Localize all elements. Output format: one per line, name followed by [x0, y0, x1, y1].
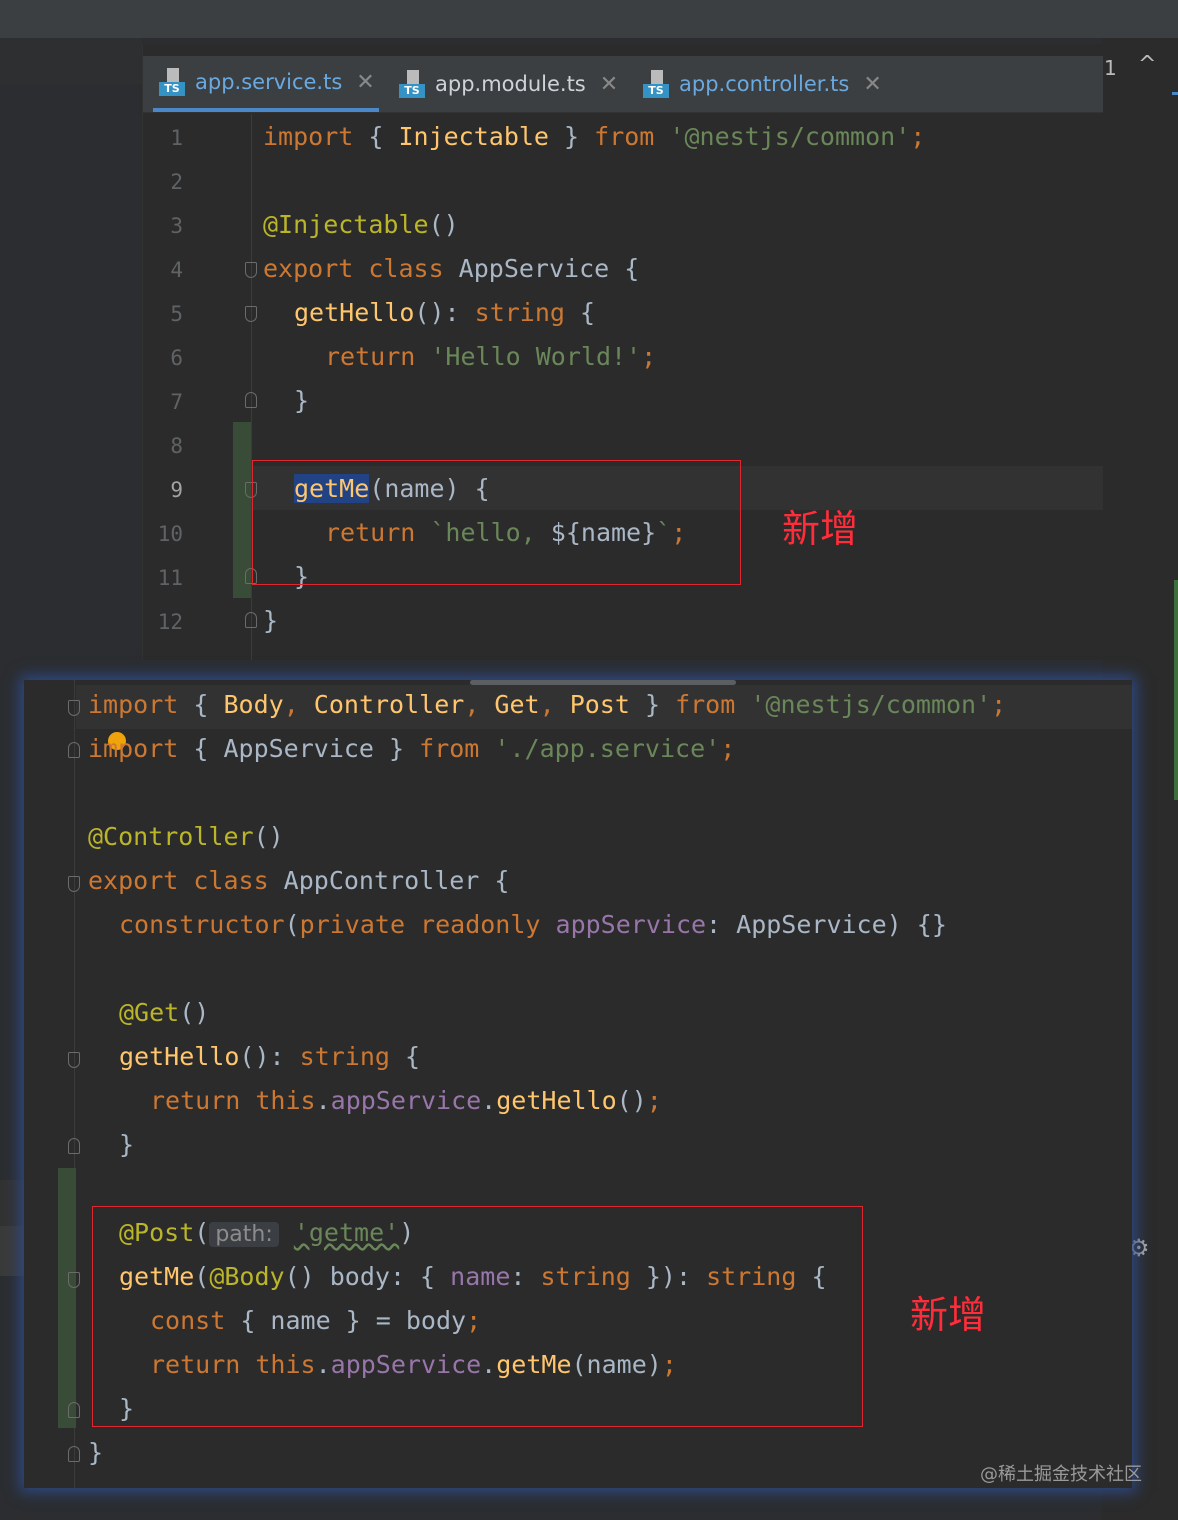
code-line[interactable]: export class AppService { [263, 254, 639, 283]
close-icon[interactable]: ✕ [356, 70, 374, 95]
line-number: 7 [170, 390, 183, 414]
line-number: 9 [170, 478, 183, 502]
problems-count[interactable]: 1 [1104, 56, 1117, 80]
window-top-bar [0, 0, 1178, 38]
code-line[interactable]: @Controller() [88, 822, 284, 851]
tab-label: app.service.ts [195, 70, 343, 94]
fold-icon[interactable] [68, 1052, 80, 1068]
line-number: 8 [170, 434, 183, 458]
code-line[interactable]: } [263, 606, 278, 635]
code-line[interactable]: return this.appService.getHello(); [150, 1086, 662, 1115]
close-icon[interactable]: ✕ [600, 72, 618, 97]
code-line[interactable]: } [294, 386, 309, 415]
fold-icon[interactable] [68, 876, 80, 892]
code-line[interactable]: import { Body, Controller, Get, Post } f… [88, 690, 1006, 719]
tab-label: app.module.ts [435, 72, 586, 96]
code-line[interactable]: getHello(): string { [119, 1042, 420, 1071]
line-number: 10 [157, 522, 183, 546]
left-panel-band [0, 1180, 24, 1226]
code-line[interactable]: import { Injectable } from '@nestjs/comm… [263, 122, 925, 151]
scroll-marker [1172, 92, 1178, 95]
editor-tab-bar: TS app.service.ts ✕ TS app.module.ts ✕ T… [143, 56, 1103, 113]
fold-icon[interactable] [68, 700, 80, 716]
fold-icon[interactable] [68, 1402, 80, 1418]
code-line[interactable]: import { AppService } from './app.servic… [88, 734, 735, 763]
typescript-file-icon: TS [157, 68, 185, 96]
highlight-box-controller [92, 1206, 863, 1427]
line-number: 2 [170, 170, 183, 194]
code-line[interactable]: export class AppController { [88, 866, 509, 895]
fold-icon[interactable] [68, 742, 80, 758]
left-panel-edge [0, 38, 142, 84]
tab-app-controller[interactable]: TS app.controller.ts ✕ [637, 56, 891, 112]
line-number: 4 [170, 258, 183, 282]
change-marker [1174, 580, 1178, 800]
line-number: 1 [170, 126, 183, 150]
tab-app-module[interactable]: TS app.module.ts ✕ [393, 56, 627, 112]
fold-icon[interactable] [245, 392, 257, 408]
tab-app-service[interactable]: TS app.service.ts ✕ [153, 56, 379, 112]
highlight-box-service [252, 460, 741, 585]
line-number: 12 [157, 610, 183, 634]
typescript-file-icon: TS [397, 70, 425, 98]
code-line[interactable]: return 'Hello World!'; [325, 342, 656, 371]
fold-icon[interactable] [68, 1138, 80, 1154]
close-icon[interactable]: ✕ [863, 72, 881, 97]
left-panel-band-selected [0, 1226, 24, 1276]
line-number: 11 [157, 566, 183, 590]
code-line[interactable]: @Injectable() [263, 210, 459, 239]
fold-icon[interactable] [245, 262, 257, 278]
line-number: 6 [170, 346, 183, 370]
code-line[interactable]: getHello(): string { [294, 298, 595, 327]
code-line[interactable]: constructor(private readonly appService:… [119, 910, 947, 939]
fold-icon[interactable] [245, 306, 257, 322]
code-line[interactable]: } [88, 1438, 103, 1467]
typescript-file-icon: TS [641, 70, 669, 98]
line-number: 3 [170, 214, 183, 238]
code-line[interactable]: @Get() [119, 998, 209, 1027]
watermark: @稀土掘金技术社区 [980, 1464, 1142, 1485]
code-line[interactable]: } [119, 1130, 134, 1159]
annotation-new-controller: 新增 [910, 1293, 987, 1337]
fold-icon[interactable] [68, 1272, 80, 1288]
fold-icon[interactable] [68, 1446, 80, 1462]
fold-icon[interactable] [245, 612, 257, 628]
annotation-new-service: 新增 [782, 507, 859, 551]
vcs-change-marker [58, 1168, 76, 1428]
line-number: 5 [170, 302, 183, 326]
tab-label: app.controller.ts [679, 72, 850, 96]
chevron-up-icon[interactable]: ^ [1138, 52, 1156, 77]
